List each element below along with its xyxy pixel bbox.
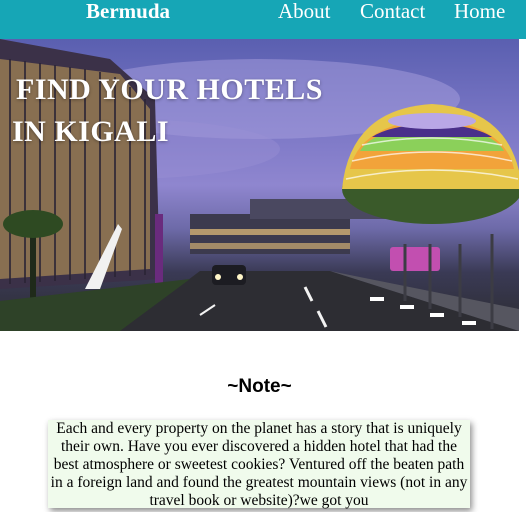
note-heading: ~Note~ — [227, 376, 292, 397]
hero-banner: FIND YOUR HOTELS IN KIGALI — [0, 39, 519, 331]
nav-link-home[interactable]: Home — [454, 0, 505, 22]
hero-title: FIND YOUR HOTELS IN KIGALI — [12, 69, 323, 153]
note-text-box: Each and every property on the planet ha… — [48, 420, 470, 509]
top-navbar: Bermuda About Contact Home — [0, 0, 526, 39]
hero-title-line2: IN KIGALI — [12, 115, 170, 148]
hero-title-line1: FIND YOUR HOTELS — [16, 73, 323, 106]
nav-link-contact[interactable]: Contact — [360, 0, 425, 22]
nav-link-about[interactable]: About — [278, 0, 331, 22]
brand-logo-text[interactable]: Bermuda — [86, 0, 170, 22]
